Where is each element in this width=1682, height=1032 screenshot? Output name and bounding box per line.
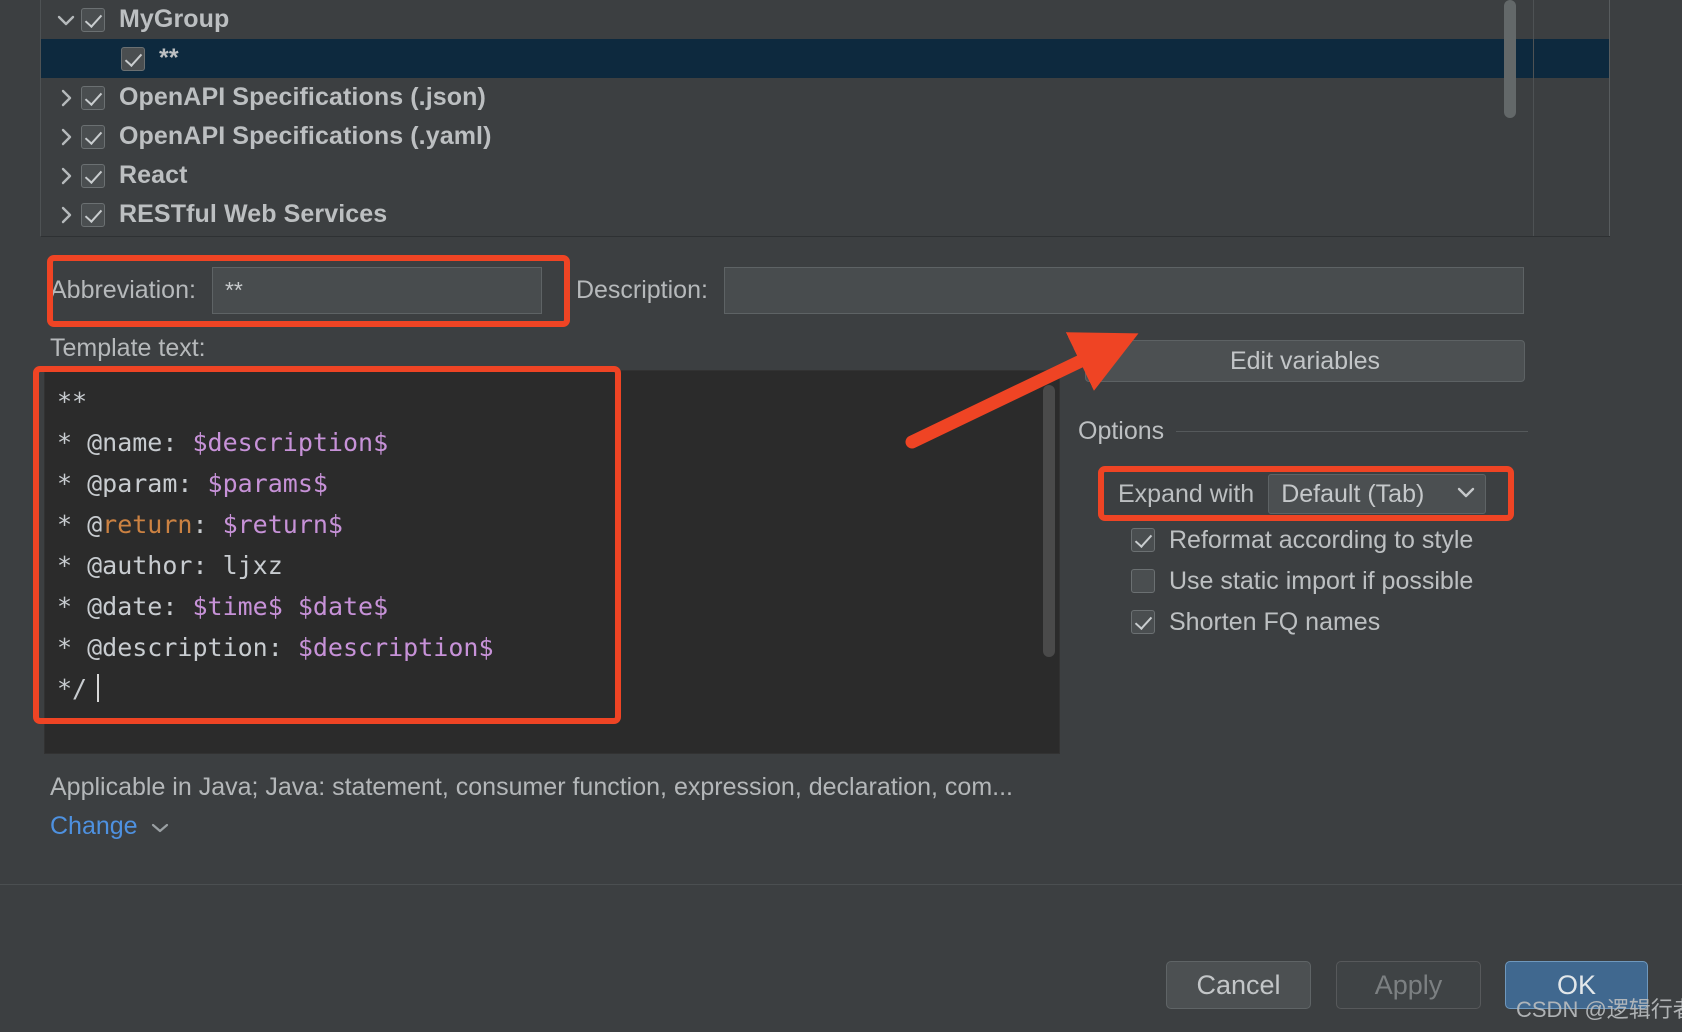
live-templates-tree[interactable]: MyGroup ** OpenAPI Specifications (.json) O… [40, 0, 1610, 237]
editor-vertical-scrollbar[interactable] [1043, 385, 1055, 657]
code-token: * @ [57, 510, 103, 539]
code-line: * @param: $params$ [57, 463, 1059, 504]
code-line: * @author: ljxz [57, 545, 1059, 586]
chevron-down-icon [150, 812, 170, 841]
checkbox-reformat-according-to-style[interactable]: Reformat according to style [1131, 524, 1473, 556]
watermark: CSDN @逻辑行者 [1516, 997, 1682, 1022]
tree-item-checkbox[interactable] [81, 163, 105, 188]
tree-item[interactable]: MyGroup [41, 0, 1610, 39]
tree-item[interactable]: RESTful Web Services [41, 195, 1610, 234]
code-line: * @return: $return$ [57, 504, 1059, 545]
code-token: $params$ [207, 469, 328, 498]
checkbox-use-static-import[interactable]: Use static import if possible [1131, 565, 1473, 597]
checkbox-box[interactable] [1131, 528, 1155, 552]
checkbox-label: Shorten FQ names [1169, 607, 1381, 636]
tree-vertical-scrollbar[interactable] [1502, 0, 1518, 228]
tree-item-checkbox[interactable] [81, 202, 105, 227]
template-text-label: Template text: [50, 334, 206, 362]
expand-with-select[interactable]: Default (Tab) [1268, 474, 1487, 514]
tree-item-label: MyGroup [119, 5, 230, 33]
expand-with-label: Expand with [1118, 479, 1255, 508]
footer-divider [0, 884, 1682, 885]
checkbox-box[interactable] [1131, 610, 1155, 634]
chevron-right-icon[interactable] [51, 156, 81, 195]
code-token: * @author: ljxz [57, 551, 283, 580]
edit-variables-button[interactable]: Edit variables [1085, 340, 1525, 382]
apply-button: Apply [1336, 961, 1481, 1009]
code-line: * @name: $description$ [57, 422, 1059, 463]
tree-panel-edge [1533, 0, 1534, 236]
code-line: * @description: $description$ [57, 627, 1059, 668]
options-divider [1176, 430, 1528, 432]
code-line: */ [57, 668, 1059, 709]
tree-item-label: OpenAPI Specifications (.yaml) [119, 122, 492, 150]
twisty-placeholder [51, 39, 81, 78]
cancel-button[interactable]: Cancel [1166, 961, 1311, 1009]
code-token: * @param: [57, 469, 208, 498]
chevron-right-icon[interactable] [51, 78, 81, 117]
tree-item-label: RESTful Web Services [119, 200, 388, 228]
applicable-context-text: Applicable in Java; Java: statement, con… [50, 773, 1013, 801]
code-token: : [192, 510, 223, 539]
code-token: * @date: [57, 592, 193, 621]
checkbox-box[interactable] [1131, 569, 1155, 593]
template-text-editor[interactable]: ** * @name: $description$ * @param: $param… [44, 370, 1060, 754]
code-token: * @name: [57, 428, 193, 457]
text-caret [97, 674, 100, 702]
code-token: $time$ [192, 592, 283, 621]
description-label: Description: [575, 275, 708, 304]
tree-item-label: ** [159, 44, 179, 72]
code-token: $description$ [192, 428, 389, 457]
checkbox-shorten-fq-names[interactable]: Shorten FQ names [1131, 606, 1380, 638]
code-token: */ [57, 674, 88, 703]
code-token: return [102, 510, 193, 539]
tree-scrollbar-thumb[interactable] [1504, 0, 1516, 118]
tree-item[interactable]: OpenAPI Specifications (.json) [41, 78, 1610, 117]
chevron-down-icon [1457, 485, 1475, 503]
description-input[interactable] [723, 266, 1524, 314]
abbreviation-label: Abbreviation: [50, 275, 196, 304]
code-line: ** [57, 381, 1059, 422]
code-token: $return$ [222, 510, 343, 539]
tree-item-checkbox[interactable] [121, 46, 145, 71]
tree-item-label: React [119, 161, 188, 189]
chevron-right-icon[interactable] [51, 117, 81, 156]
chevron-right-icon[interactable] [51, 195, 81, 234]
checkbox-label: Use static import if possible [1169, 566, 1474, 595]
code-token: ** [57, 387, 88, 416]
tree-item[interactable]: OpenAPI Specifications (.yaml) [41, 117, 1610, 156]
tree-item[interactable]: ** [41, 39, 1610, 78]
change-link-label: Change [50, 812, 138, 840]
code-line: * @date: $time$ $date$ [57, 586, 1059, 627]
template-settings-dialog: MyGroup ** OpenAPI Specifications (.json) O… [0, 0, 1682, 1032]
expand-with-value: Default (Tab) [1281, 479, 1425, 508]
abbreviation-input[interactable] [211, 266, 542, 314]
template-code[interactable]: ** * @name: $description$ * @param: $param… [45, 371, 1059, 709]
options-title: Options [1078, 416, 1165, 445]
code-token: $description$ [297, 633, 494, 662]
tree-item-label: OpenAPI Specifications (.json) [119, 83, 486, 111]
code-token: $date$ [297, 592, 389, 621]
tree-item-checkbox[interactable] [81, 7, 105, 32]
code-token: * @description: [57, 633, 298, 662]
tree-item-checkbox[interactable] [81, 124, 105, 149]
chevron-down-icon[interactable] [51, 0, 81, 39]
checkbox-label: Reformat according to style [1169, 525, 1474, 554]
tree-panel-edge-outer [1609, 0, 1610, 236]
change-context-link[interactable]: Change [50, 812, 170, 841]
options-section-header: Options [1078, 416, 1528, 446]
expand-with-row: Expand with Default (Tab) [1118, 474, 1487, 514]
tree-item-checkbox[interactable] [81, 85, 105, 110]
abbreviation-description-row: Abbreviation: Description: [50, 262, 1530, 318]
tree-item[interactable]: React [41, 156, 1610, 195]
